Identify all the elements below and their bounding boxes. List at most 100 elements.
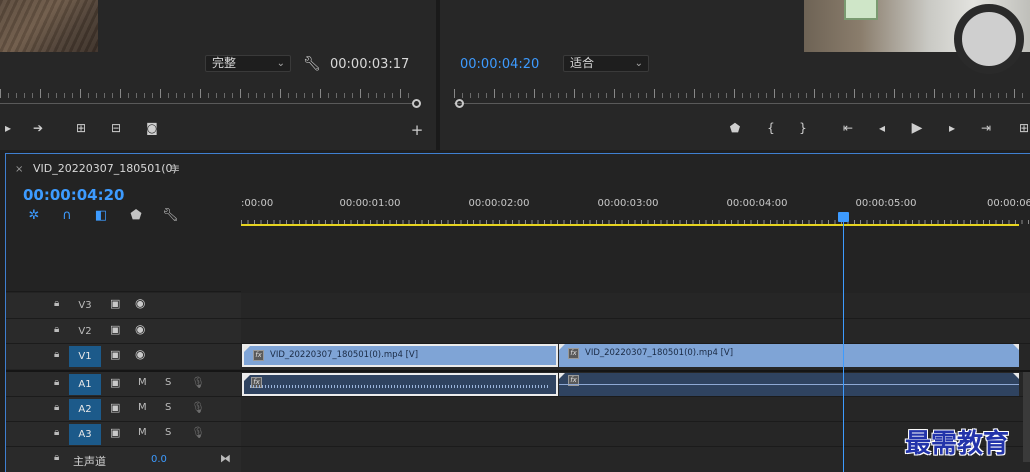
car-wheel [954,4,1024,74]
work-area-bar[interactable] [241,224,1019,226]
go-to-out-icon[interactable]: ⇥ [978,121,994,135]
lock-icon[interactable]: 🔒︎ [54,324,59,335]
lock-icon[interactable]: 🔒︎ [54,349,59,360]
solo-button[interactable]: S [165,427,171,438]
track-header-a1: 🔒︎ A1 ▣ M S 🎙︎ [6,372,241,397]
ruler-label: 00:00:03:00 [597,198,659,209]
nest-icon[interactable]: ✲ [26,208,42,223]
audio-clip[interactable]: fx [242,373,558,396]
master-volume-value[interactable]: 0.0 [151,454,167,465]
sync-lock-icon[interactable]: ▣ [110,401,120,414]
go-to-end-icon[interactable]: ⧓ [220,452,231,465]
eye-icon[interactable]: ◉ [135,347,145,361]
playback-resolution-select[interactable]: 完整 ⌄ [205,55,291,72]
playback-resolution-value: 完整 [212,56,237,70]
track-divider [6,421,1030,422]
sync-lock-icon[interactable]: ▣ [110,426,120,439]
solo-button[interactable]: S [165,402,171,413]
lock-icon[interactable]: 🔒︎ [54,452,59,463]
track-toggle-a3[interactable]: A3 [69,424,101,445]
track-divider [6,396,1030,397]
mark-in-icon[interactable]: { [763,121,779,135]
sequence-tab-title[interactable]: VID_20220307_180501(0) [33,162,177,175]
lock-icon[interactable]: 🔒︎ [54,377,59,388]
program-timecode[interactable]: 00:00:04:20 [460,57,539,72]
linked-selection-icon[interactable]: ◧ [93,208,109,223]
timeline-playhead-line[interactable] [843,212,844,472]
timeline-timecode[interactable]: 00:00:04:20 [23,186,125,204]
snap-icon[interactable]: ∩ [59,208,75,223]
mute-button[interactable]: M [138,402,147,413]
sync-lock-icon[interactable]: ▣ [110,323,120,336]
eye-icon[interactable]: ◉ [135,322,145,336]
add-marker-icon[interactable]: ⬟ [128,208,144,223]
eye-icon[interactable]: ◉ [135,296,145,310]
master-track-label: 主声道 [73,455,106,468]
marker-icon[interactable]: ⬟ [727,121,743,135]
ruler-label: :00:00 [241,198,274,209]
play-icon[interactable]: ▶ [909,120,925,136]
close-icon[interactable]: × [15,164,23,175]
insert-icon[interactable]: ⊞ [1016,121,1030,135]
clip-end-marker [1013,373,1019,379]
sync-lock-icon[interactable]: ▣ [110,376,120,389]
track-toggle-a2[interactable]: A2 [69,399,101,420]
program-playhead[interactable] [455,99,464,108]
license-plate [844,0,878,20]
mark-out-icon[interactable]: } [795,121,811,135]
program-video-frame [804,0,1030,74]
step-forward-icon[interactable]: ▸ [944,121,960,135]
track-toggle-v1[interactable]: V1 [69,346,101,367]
video-clip[interactable]: fx VID_20220307_180501(0).mp4 [V] [242,344,558,367]
track-toggle-a1[interactable]: A1 [69,374,101,395]
timeline-playhead-handle[interactable] [838,212,849,222]
step-back-icon[interactable]: ◂ [874,121,890,135]
clip-start-marker [244,375,250,381]
lock-icon[interactable]: 🔒︎ [54,298,59,309]
wrench-icon[interactable]: 🔧︎ [162,208,179,223]
solo-button[interactable]: S [165,377,171,388]
source-playhead[interactable] [412,99,421,108]
track-toggle-v3[interactable]: V3 [69,295,101,316]
ruler-label: 00:00:06: [987,198,1030,209]
source-monitor: 完整 ⌄ 🔧︎ 00:00:03:17 ▸ ➔ ⊞ ⊟ ◙ + [0,0,436,150]
wrench-icon[interactable]: 🔧︎ [303,56,321,72]
panel-menu-icon[interactable]: ≡ [170,161,180,175]
audio-clip[interactable]: fx [559,373,1019,396]
mute-button[interactable]: M [138,377,147,388]
sync-lock-icon[interactable]: ▣ [110,348,120,361]
video-clip[interactable]: fx VID_20220307_180501(0).mp4 [V] [559,344,1019,367]
fx-badge-icon: fx [568,348,579,359]
ruler-label: 00:00:04:00 [726,198,788,209]
timeline-header: × VID_20220307_180501(0) ≡ 00:00:04:20 ✲… [6,154,241,292]
timeline-ruler[interactable]: :00:00 00:00:01:00 00:00:02:00 00:00:03:… [241,194,1030,226]
microphone-icon[interactable]: 🎙︎ [191,376,205,389]
clip-end-marker [1013,344,1019,350]
track-header-v2: 🔒︎ V2 ▣ ◉ [6,319,241,344]
overwrite-icon[interactable]: ⊞ [73,121,89,135]
program-scrub-line [454,103,1030,104]
track-divider [6,318,1030,319]
timeline-panel: × VID_20220307_180501(0) ≡ 00:00:04:20 ✲… [5,153,1030,472]
ruler-ticks [241,216,1030,224]
add-button-icon[interactable]: + [409,121,425,139]
zoom-fit-select[interactable]: 适合 ⌄ [563,55,649,72]
mute-button[interactable]: M [138,427,147,438]
vertical-scrollbar[interactable] [1023,372,1030,462]
go-to-in-icon[interactable]: ⇤ [840,121,856,135]
zoom-fit-value: 适合 [570,56,595,70]
camera-icon[interactable]: ◙ [144,121,160,135]
lock-icon[interactable]: 🔒︎ [54,427,59,438]
microphone-icon[interactable]: 🎙︎ [191,426,205,439]
clip-start-marker [559,344,565,350]
microphone-icon[interactable]: 🎙︎ [191,401,205,414]
lock-icon[interactable]: 🔒︎ [54,402,59,413]
export-frame-icon[interactable]: ⊟ [108,121,124,135]
track-divider [6,446,1030,447]
track-toggle-v2[interactable]: V2 [69,321,101,342]
insert-icon[interactable]: ➔ [30,121,46,135]
play-icon[interactable]: ▸ [0,121,16,135]
watermark-text: 最需教育 [905,429,1010,459]
clip-start-marker [559,373,565,379]
sync-lock-icon[interactable]: ▣ [110,297,120,310]
